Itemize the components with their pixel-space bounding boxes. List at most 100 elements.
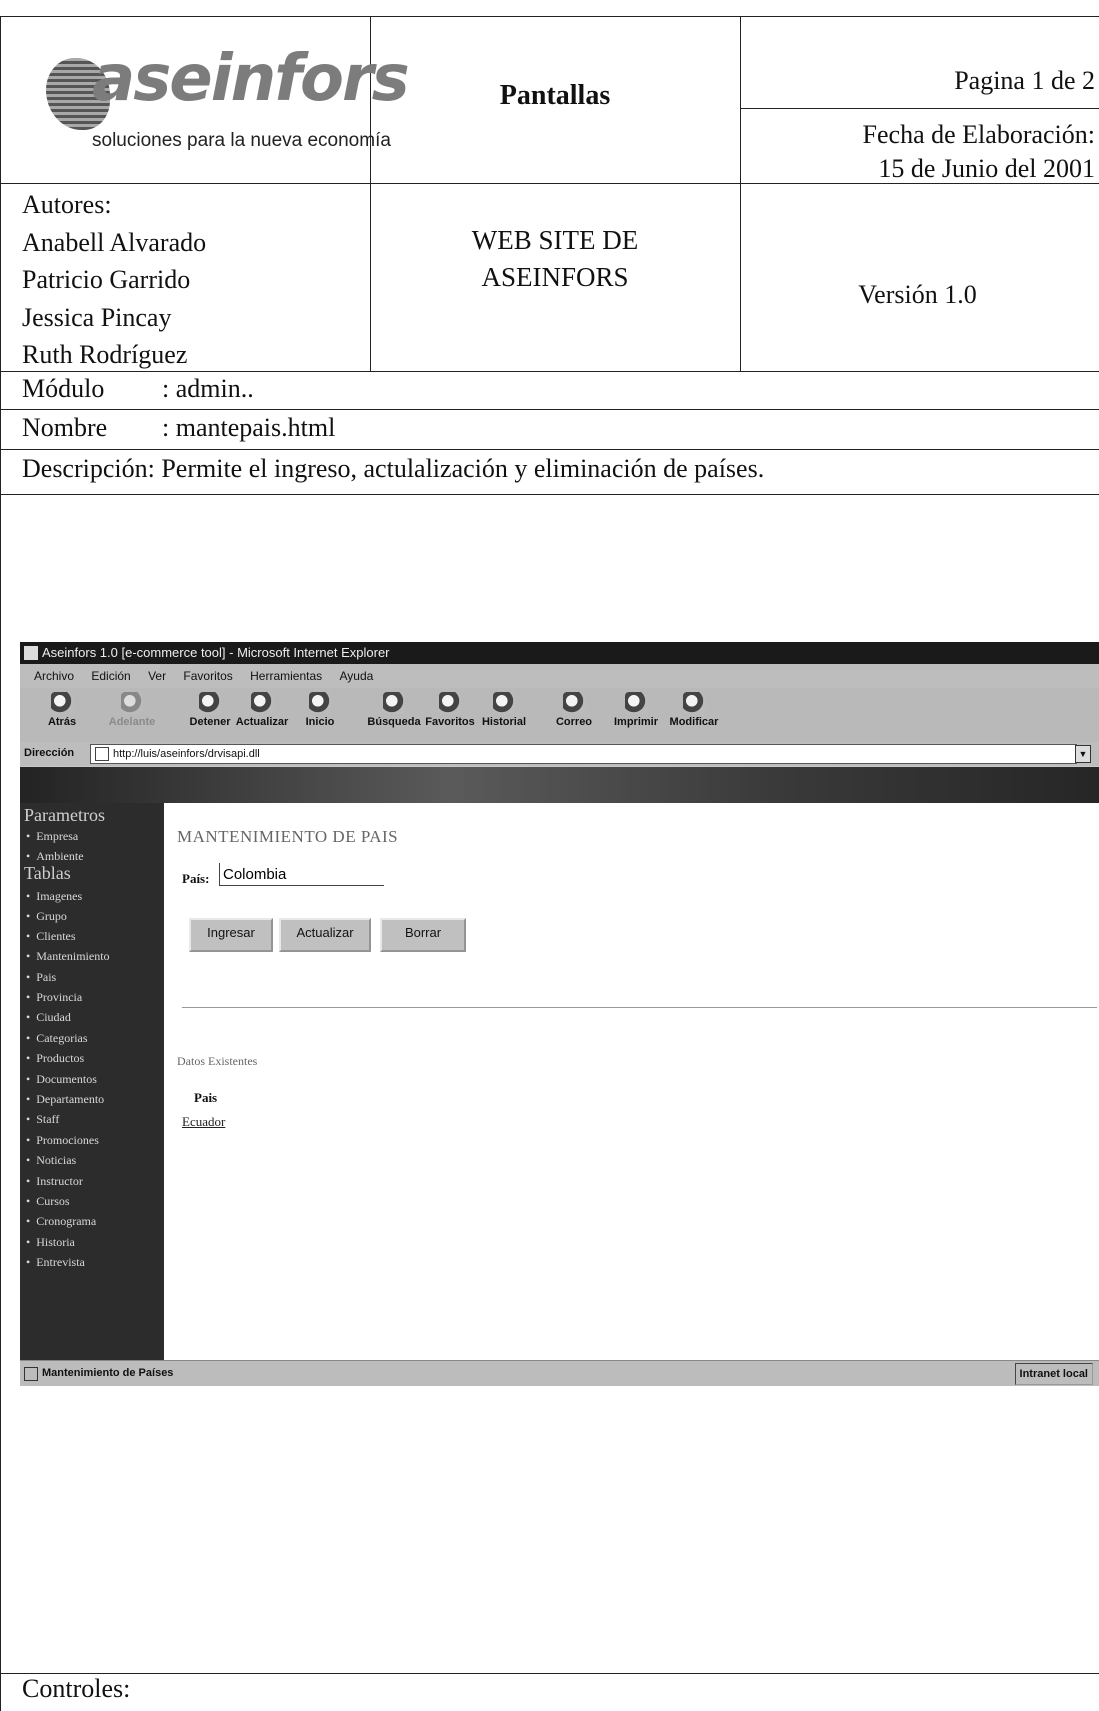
stop-button[interactable]: Detener [180, 692, 240, 728]
sidebar-item-productos[interactable]: Productos [26, 1051, 84, 1066]
admin-sidebar: Parametros Empresa Ambiente Tablas Image… [20, 803, 164, 1360]
divider [182, 1007, 1097, 1008]
controls-label: Controles: [22, 1674, 131, 1703]
name-value: : mantepais.html [162, 413, 336, 442]
sidebar-item-documentos[interactable]: Documentos [26, 1072, 97, 1087]
home-button[interactable]: Inicio [290, 692, 350, 728]
sidebar-item-pais[interactable]: Pais [26, 970, 56, 985]
date-value: 15 de Junio del 2001 [878, 154, 1095, 183]
module-row: Módulo : admin.. [22, 374, 254, 404]
menu-archivo[interactable]: Archivo [34, 669, 74, 683]
sidebar-item-noticias[interactable]: Noticias [26, 1153, 76, 1168]
page-status-icon [24, 1367, 38, 1381]
project-name-line1: WEB SITE DE [471, 225, 639, 255]
home-icon [309, 692, 331, 714]
page-icon [95, 747, 109, 761]
sidebar-item-clientes[interactable]: Clientes [26, 929, 75, 944]
stop-icon [199, 692, 221, 714]
window-title: Aseinfors 1.0 [e-commerce tool] - Micros… [42, 645, 390, 660]
sidebar-section-parametros: Parametros [24, 805, 105, 825]
menu-herramientas[interactable]: Herramientas [250, 669, 322, 683]
address-label: Dirección [24, 747, 75, 759]
forward-arrow-icon [121, 692, 143, 714]
existing-data-heading: Datos Existentes [177, 1054, 258, 1068]
menu-favoritos[interactable]: Favoritos [183, 669, 232, 683]
module-label: Módulo [22, 374, 105, 403]
sidebar-item-entrevista[interactable]: Entrevista [26, 1255, 85, 1270]
search-icon [383, 692, 405, 714]
sidebar-item-ambiente[interactable]: Ambiente [26, 849, 83, 864]
project-name: WEB SITE DE ASEINFORS [370, 222, 740, 296]
status-text: Mantenimiento de Países [42, 1367, 174, 1379]
menu-ayuda[interactable]: Ayuda [340, 669, 374, 683]
sidebar-item-promociones[interactable]: Promociones [26, 1133, 99, 1148]
sidebar-item-staff[interactable]: Staff [26, 1112, 59, 1127]
sidebar-item-grupo[interactable]: Grupo [26, 909, 67, 924]
refresh-icon [251, 692, 273, 714]
sidebar-item-departamento[interactable]: Departamento [26, 1092, 104, 1107]
sidebar-item-imagenes[interactable]: Imagenes [26, 889, 82, 904]
sidebar-item-mantenimiento[interactable]: Mantenimiento [26, 949, 109, 964]
back-button[interactable]: Atrás [32, 692, 92, 728]
favorites-button[interactable]: Favoritos [420, 692, 480, 728]
name-label: Nombre [22, 413, 108, 442]
author-name: Patricio Garrido [22, 265, 191, 294]
project-name-line2: ASEINFORS [481, 262, 629, 292]
country-field-label: País: [182, 871, 210, 886]
status-bar: Mantenimiento de Países Intranet local [20, 1360, 1099, 1386]
author-name: Anabell Alvarado [22, 227, 207, 257]
page-title: MANTENIMIENTO DE PAIS [177, 827, 399, 846]
address-bar: Dirección http://luis/aseinfors/drvisapi… [20, 742, 1099, 766]
country-link-ecuador[interactable]: Ecuador [182, 1114, 225, 1130]
mail-button[interactable]: Correo [544, 692, 604, 728]
sidebar-item-historia[interactable]: Historia [26, 1235, 75, 1250]
menu-edicion[interactable]: Edición [91, 669, 130, 683]
authors-label: Autores: [22, 190, 112, 219]
edit-icon [683, 692, 705, 714]
sidebar-section-tablas: Tablas [24, 863, 71, 883]
elaboration-date: Fecha de Elaboración: 15 de Junio del 20… [740, 118, 1095, 186]
refresh-button[interactable]: Actualizar [232, 692, 292, 728]
sidebar-item-empresa[interactable]: Empresa [26, 829, 78, 844]
logo-tagline: soluciones para la nueva economía [92, 130, 391, 151]
site-banner [20, 767, 1099, 803]
company-logo: aseinfors soluciones para la nueva econo… [20, 40, 410, 160]
sidebar-item-instructor[interactable]: Instructor [26, 1174, 83, 1189]
module-value: : admin.. [162, 374, 254, 403]
country-input[interactable] [219, 863, 384, 886]
sidebar-item-categorias[interactable]: Categorias [26, 1031, 87, 1046]
security-zone: Intranet local [1014, 1363, 1093, 1385]
address-dropdown-button[interactable]: ▼ [1075, 745, 1091, 763]
edit-button[interactable]: Modificar [664, 692, 724, 728]
back-arrow-icon [51, 692, 73, 714]
print-icon [625, 692, 647, 714]
sidebar-item-cursos[interactable]: Cursos [26, 1194, 69, 1209]
sidebar-item-provincia[interactable]: Provincia [26, 990, 82, 1005]
browser-screenshot: Aseinfors 1.0 [e-commerce tool] - Micros… [20, 642, 1099, 1386]
address-input[interactable]: http://luis/aseinfors/drvisapi.dll [90, 744, 1077, 764]
search-button[interactable]: Búsqueda [364, 692, 424, 728]
sidebar-item-cronograma[interactable]: Cronograma [26, 1214, 96, 1229]
menu-ver[interactable]: Ver [148, 669, 166, 683]
print-button[interactable]: Imprimir [606, 692, 666, 728]
author-name: Jessica Pincay [22, 302, 172, 332]
forward-button[interactable]: Adelante [102, 692, 162, 728]
description-row: Descripción: Permite el ingreso, actulal… [22, 454, 765, 483]
browser-toolbar: Atrás Adelante Detener Actualizar Inicio… [20, 688, 1099, 743]
history-icon [493, 692, 515, 714]
name-row: Nombre : mantepais.html [22, 413, 335, 443]
actualizar-button[interactable]: Actualizar [279, 918, 371, 952]
authors-block: Autores: Anabell Alvarado Patricio Garri… [22, 186, 206, 374]
author-name: Ruth Rodríguez [22, 340, 188, 369]
version-label: Versión 1.0 [858, 280, 977, 309]
sidebar-item-ciudad[interactable]: Ciudad [26, 1010, 71, 1025]
ie-logo-icon [24, 646, 38, 660]
mail-icon [563, 692, 585, 714]
logo-wordmark: aseinfors [92, 42, 410, 116]
page-number: Pagina 1 de 2 [954, 66, 1095, 95]
date-label: Fecha de Elaboración: [862, 120, 1095, 149]
borrar-button[interactable]: Borrar [380, 918, 466, 952]
ingresar-button[interactable]: Ingresar [189, 918, 273, 952]
page-content: MANTENIMIENTO DE PAIS País: Ingresar Act… [164, 803, 1099, 1360]
history-button[interactable]: Historial [474, 692, 534, 728]
